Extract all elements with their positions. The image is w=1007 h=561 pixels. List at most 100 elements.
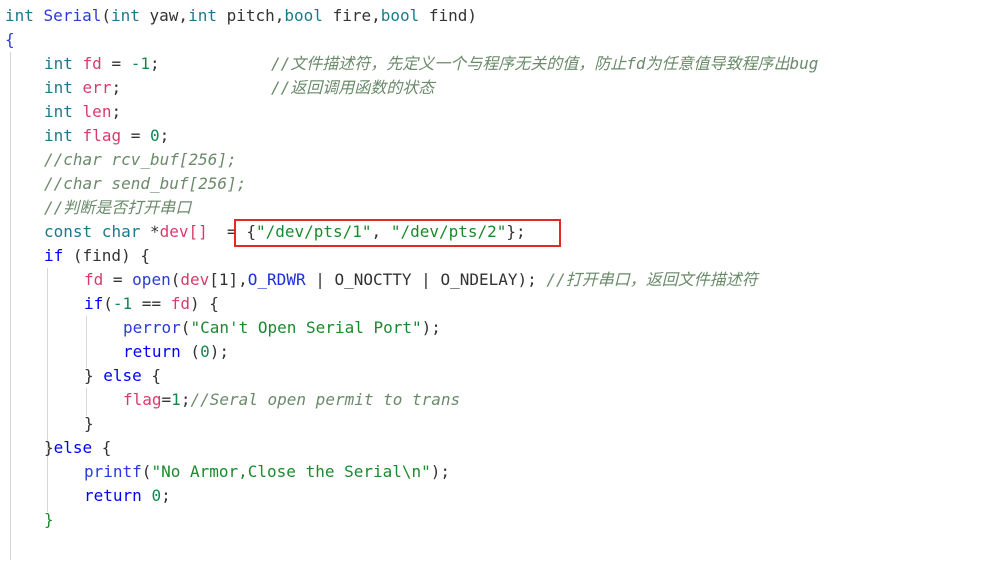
number: 0: [200, 342, 210, 361]
condition: (find) {: [63, 246, 150, 265]
code-line[interactable]: int len;: [44, 100, 121, 124]
keyword: if: [44, 246, 64, 265]
keyword: const: [44, 222, 93, 241]
punctuation: );: [421, 318, 441, 337]
code-line[interactable]: int Serial(int yaw,int pitch,bool fire,b…: [5, 4, 477, 28]
punctuation: ;: [180, 390, 191, 409]
code-comment: //返回调用函数的状态: [271, 78, 435, 97]
punctuation: );: [430, 462, 451, 481]
code-comment: //文件描述符，先定义一个与程序无关的值，防止fd为任意值导致程序出bug: [271, 54, 819, 73]
number: -1: [130, 54, 150, 73]
variable: fd: [84, 270, 104, 289]
brace: {: [141, 366, 162, 385]
code-line[interactable]: }: [84, 412, 94, 436]
punctuation: [1],: [209, 270, 248, 289]
code-line[interactable]: perror("Can't Open Serial Port");: [123, 316, 441, 340]
operator: |: [305, 270, 335, 289]
variable: len: [82, 102, 112, 121]
punctuation: (: [101, 6, 111, 25]
indent-guide: [47, 268, 48, 512]
number: 1: [171, 390, 181, 409]
brace: {: [5, 30, 15, 49]
operator: ==: [132, 294, 171, 313]
punctuation: );: [209, 342, 229, 361]
keyword: if: [84, 294, 104, 313]
code-line[interactable]: }else {: [44, 436, 111, 460]
comment: //打开串口，返回文件描述符: [546, 270, 758, 289]
punctuation: (: [180, 342, 201, 361]
punctuation: (: [180, 318, 191, 337]
operator: =: [161, 390, 172, 409]
variable: flag: [82, 126, 122, 145]
param: yaw,: [139, 6, 189, 25]
brace: }: [44, 438, 54, 457]
macro: O_NOCTTY: [334, 270, 412, 289]
param: find): [419, 6, 478, 25]
variable: flag: [123, 390, 162, 409]
punctuation: ;: [161, 486, 171, 505]
code-line[interactable]: flag=1;//Seral open permit to trans: [123, 388, 460, 412]
keyword: int: [44, 102, 73, 121]
keyword: else: [53, 438, 93, 457]
keyword: int: [44, 78, 73, 97]
code-line[interactable]: return 0;: [84, 484, 171, 508]
punctuation: ;: [149, 54, 160, 73]
comment: //Seral open permit to trans: [190, 390, 461, 409]
keyword: else: [103, 366, 142, 385]
keyword: int: [5, 6, 34, 25]
code-line[interactable]: fd = open(dev[1],O_RDWR | O_NOCTTY | O_N…: [84, 268, 758, 292]
variable: err: [82, 78, 112, 97]
macro: O_RDWR: [247, 270, 306, 289]
brace: }: [84, 414, 94, 433]
code-editor[interactable]: int Serial(int yaw,int pitch,bool fire,b…: [0, 0, 1007, 561]
number: -1: [112, 294, 133, 313]
keyword: int: [44, 126, 73, 145]
param: pitch,: [216, 6, 285, 25]
code-line[interactable]: }: [44, 508, 54, 532]
code-line[interactable]: return (0);: [123, 340, 229, 364]
keyword: return: [123, 342, 181, 361]
variable: fd: [82, 54, 102, 73]
keyword: bool: [284, 6, 323, 25]
code-line[interactable]: int err;: [44, 76, 121, 100]
keyword: bool: [380, 6, 420, 25]
code-line[interactable]: int flag = 0;: [44, 124, 169, 148]
function-name: Serial: [43, 6, 102, 25]
code-line[interactable]: } else {: [84, 364, 161, 388]
code-line[interactable]: {: [5, 28, 15, 52]
code-line[interactable]: //char rcv_buf[256];: [44, 148, 237, 172]
punctuation: ;: [111, 78, 122, 97]
function-call: perror: [123, 318, 181, 337]
code-line[interactable]: if(-1 == fd) {: [84, 292, 219, 316]
macro: O_NDELAY: [440, 270, 518, 289]
punctuation: );: [517, 270, 547, 289]
indent-guide: [10, 52, 11, 560]
punctuation: ;: [111, 102, 122, 121]
operator: =: [103, 270, 133, 289]
code-line[interactable]: if (find) {: [44, 244, 150, 268]
variable: dev[]: [159, 222, 208, 241]
keyword: int: [44, 54, 73, 73]
highlight-annotation-box: [234, 219, 561, 247]
brace: }: [84, 366, 104, 385]
string: "Can't Open Serial Port": [190, 318, 422, 337]
function-call: printf: [84, 462, 142, 481]
comment: //char send_buf[256];: [44, 174, 247, 193]
operator: |: [411, 270, 441, 289]
param: fire,: [322, 6, 381, 25]
code-line[interactable]: //判断是否打开串口: [44, 196, 191, 220]
comment: //char rcv_buf[256];: [44, 150, 237, 169]
brace: }: [44, 510, 54, 529]
variable: dev: [180, 270, 210, 289]
code-line[interactable]: //char send_buf[256];: [44, 172, 246, 196]
string: "No Armor,Close the Serial\n": [151, 462, 431, 481]
keyword: int: [110, 6, 140, 25]
code-line[interactable]: int fd = -1;: [44, 52, 160, 76]
code-line[interactable]: printf("No Armor,Close the Serial\n");: [84, 460, 450, 484]
punctuation: (: [103, 294, 113, 313]
punctuation: (: [141, 462, 152, 481]
indent-guide: [86, 316, 87, 368]
punctuation: (: [170, 270, 181, 289]
keyword: int: [188, 6, 217, 25]
